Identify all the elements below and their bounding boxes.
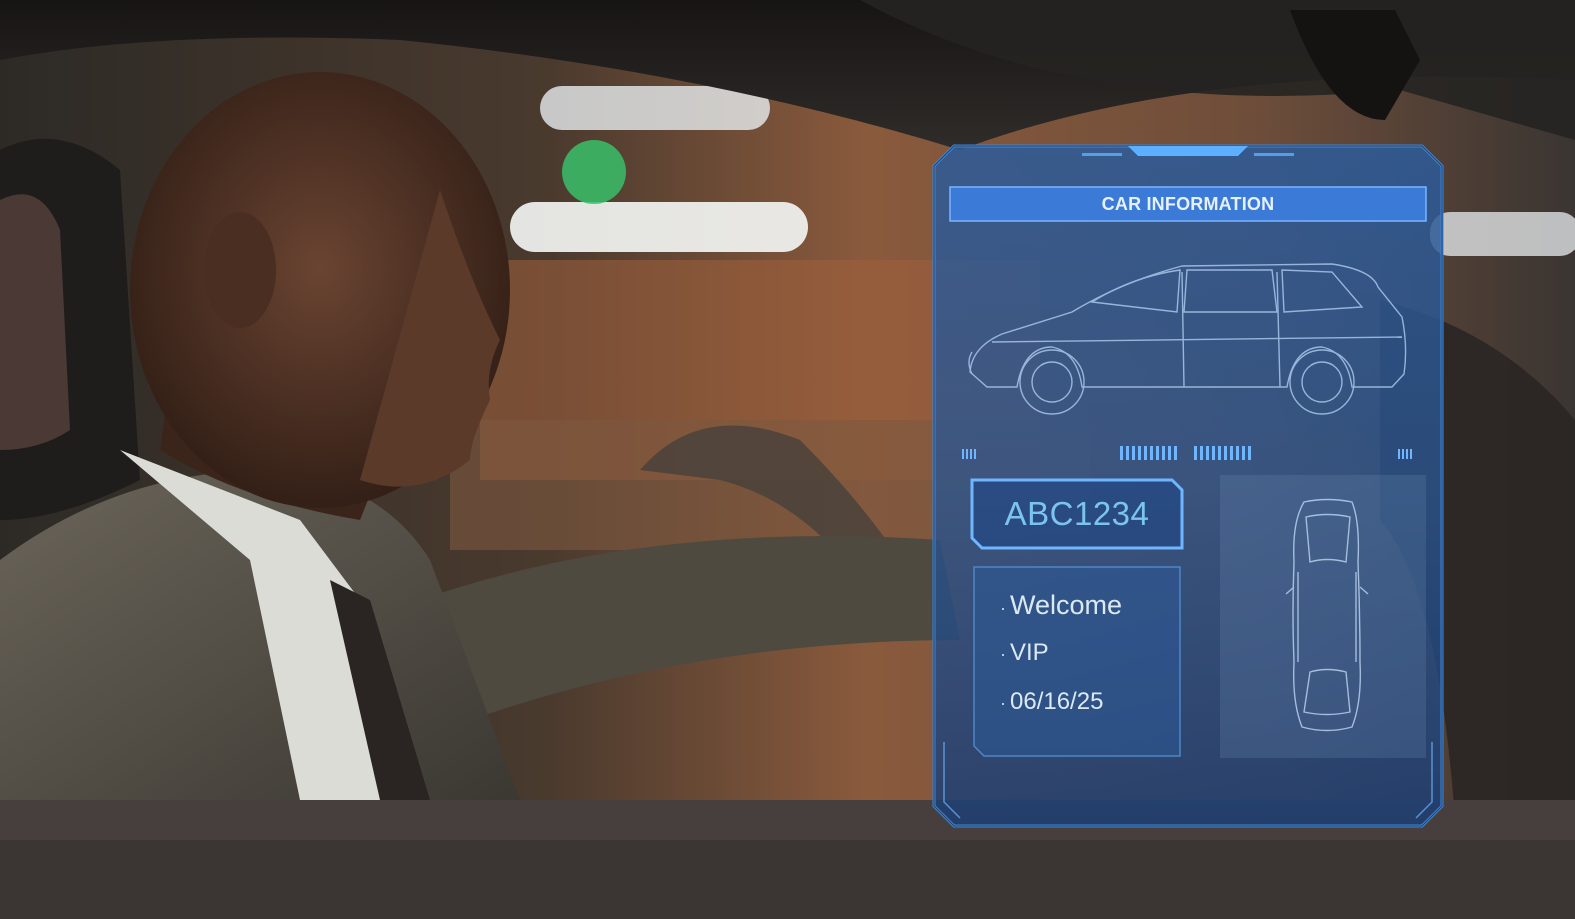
info-welcome: Welcome xyxy=(1010,590,1123,620)
info-date: 06/16/25 xyxy=(1010,688,1104,715)
list-item: · Welcome xyxy=(1000,590,1122,639)
info-status: VIP xyxy=(1010,639,1049,666)
info-list: · Welcome · VIP · 06/16/25 xyxy=(1000,590,1122,737)
bullet-icon: · xyxy=(1000,644,1006,664)
panel-title: CAR INFORMATION xyxy=(1101,193,1275,214)
list-item: · VIP xyxy=(1000,639,1122,688)
bullet-icon: · xyxy=(1000,693,1006,713)
bullet-icon: · xyxy=(1000,598,1006,618)
list-item: · 06/16/25 xyxy=(1000,688,1122,737)
license-plate: ABC1234 xyxy=(1004,495,1150,532)
